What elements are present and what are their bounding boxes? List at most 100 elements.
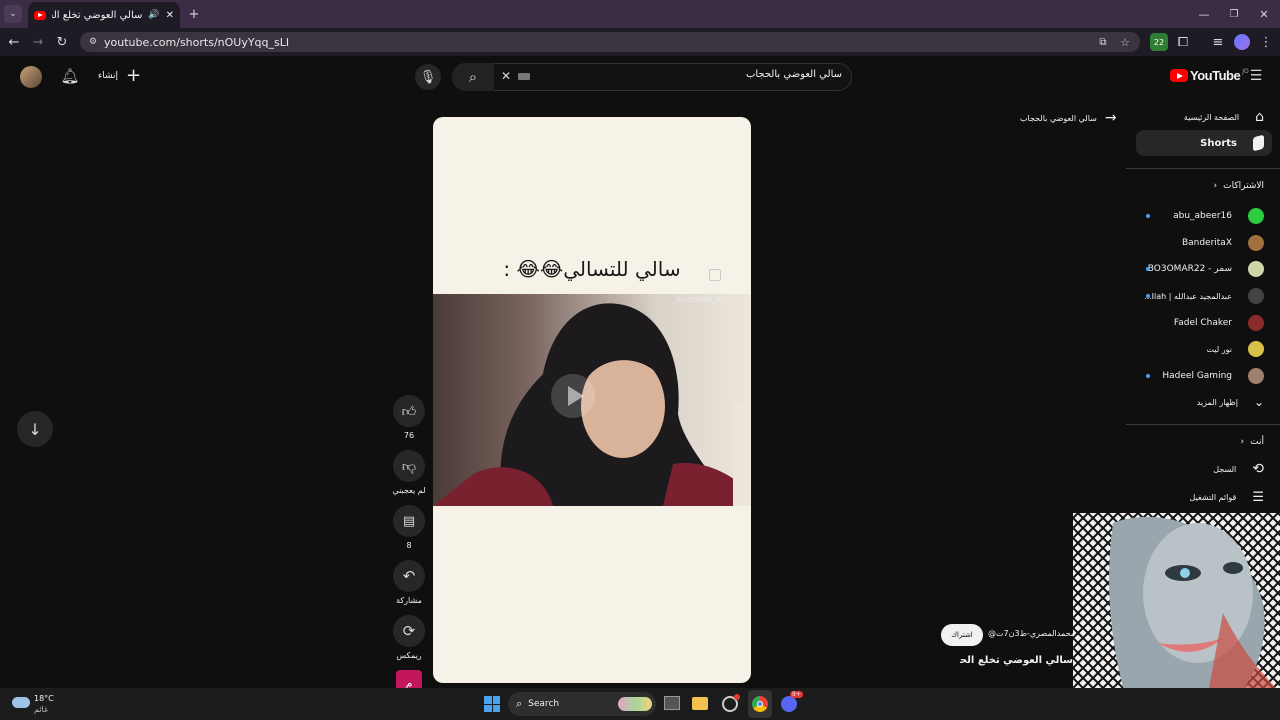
chevron-right-icon: ›	[1240, 437, 1245, 447]
taskbar-search[interactable]: ⌕ Search	[508, 692, 656, 716]
channel-name: abu_abeer16	[1173, 211, 1232, 222]
search-icon[interactable]: ⌕	[452, 63, 494, 91]
like-icon[interactable]: 👍︎	[393, 395, 425, 427]
channel-avatar	[1248, 261, 1264, 278]
like-count: 76	[403, 431, 415, 440]
notification-dot	[734, 694, 740, 700]
create-button[interactable]: إنشاء +	[98, 65, 142, 86]
extensions-puzzle-icon[interactable]: ⧠	[1175, 34, 1191, 50]
sidebar-item-label: Shorts	[1200, 137, 1237, 149]
tab-close-icon[interactable]: ✕	[166, 10, 174, 21]
channel-name: سمر - BO3OMAR22	[1147, 264, 1232, 275]
notifications-bell-icon[interactable]: 🔔︎	[60, 66, 80, 86]
subscription-item[interactable]: Hadeel Gaming	[1140, 363, 1264, 390]
sidebar-item-label: الصفحة الرئيسية	[1183, 112, 1240, 122]
channel-name: Fadel Chaker	[1173, 317, 1232, 328]
weather-label: غائم	[34, 705, 49, 714]
chrome-taskbar-item[interactable]	[748, 690, 772, 718]
subscription-item[interactable]: BanderitaX	[1140, 230, 1264, 257]
site-info-icon[interactable]: ⚙	[86, 35, 100, 49]
subscriptions-header[interactable]: › الاشتراكات	[1140, 179, 1264, 193]
browser-tab-strip: ⌄ سالي العوضي تخلع الحجاب - 🔊 ✕ + — ❐ ✕	[0, 0, 1280, 28]
sidebar-item-home[interactable]: الصفحة الرئيسية ⌂	[1140, 108, 1264, 126]
sidebar-item-history[interactable]: السجل ⟲	[1140, 460, 1264, 478]
short-video-player[interactable]: سالي للتسالي😂😂 : _BO3OMAR_99_	[433, 117, 751, 683]
sidebar-item-playlists[interactable]: قوائم التشغيل ☰	[1140, 488, 1264, 506]
playlist-icon: ☰	[1252, 489, 1264, 505]
bookmark-star-icon[interactable]: ☆	[1118, 35, 1132, 49]
temperature: 18°C	[34, 694, 54, 703]
install-app-icon[interactable]: ⧉	[1096, 35, 1110, 49]
dislike-icon[interactable]: 👎︎	[393, 450, 425, 482]
subscription-item[interactable]: abu_abeer16	[1140, 203, 1264, 230]
taskbar: 18°C غائم ⌕ Search 9+	[0, 688, 1280, 720]
weather-widget[interactable]: 18°C غائم	[34, 693, 54, 715]
cloud-icon	[12, 697, 30, 708]
new-content-dot	[1146, 293, 1150, 298]
subscription-item[interactable]: عبدالمجيد عبدالله | Ilah...	[1140, 283, 1264, 310]
channel-avatar	[1248, 341, 1264, 358]
file-explorer-icon[interactable]	[692, 697, 708, 710]
share-label: مشاركة	[396, 596, 422, 605]
hamburger-menu-icon[interactable]: ☰	[1248, 68, 1264, 84]
show-more-button[interactable]: إظهار المزيد ⌄	[1140, 389, 1264, 416]
subscribe-button[interactable]: اشتراك	[941, 624, 983, 646]
chevron-right-icon: ›	[1213, 181, 1218, 191]
remix-icon[interactable]: ⟳	[393, 615, 425, 647]
subscription-item[interactable]: نور ليت	[1140, 336, 1264, 363]
short-title: سالي العوضي تخلع الحجاب	[960, 655, 1073, 666]
channel-name: نور ليت	[1206, 344, 1232, 354]
restore-icon[interactable]: ❐	[1226, 6, 1242, 22]
you-header[interactable]: › أنت	[1140, 435, 1264, 449]
channel-name: BanderitaX	[1181, 237, 1232, 248]
channel-handle[interactable]: @محمدالمصري-ط3ن7ت	[988, 629, 1075, 638]
share-icon[interactable]: ↶	[393, 560, 425, 592]
back-icon[interactable]: ←	[6, 34, 22, 50]
search-highlight-icon	[618, 697, 652, 711]
plus-icon: +	[126, 65, 142, 86]
task-view-icon[interactable]	[664, 696, 680, 710]
voice-search-icon[interactable]: 🎙︎	[415, 64, 441, 90]
windows-start-icon[interactable]	[484, 696, 500, 712]
comment-icon[interactable]: ▤	[393, 505, 425, 537]
user-avatar[interactable]	[20, 66, 42, 88]
browser-menu-icon[interactable]: ⋮	[1258, 34, 1274, 50]
youtube-logo[interactable]: YouTube JO	[1170, 68, 1249, 83]
play-icon[interactable]	[551, 374, 595, 418]
next-short-arrow-icon[interactable]: ↓	[17, 411, 53, 447]
sidebar-item-label: قوائم التشغيل	[1189, 492, 1237, 502]
extension-badge-icon[interactable]: 22	[1150, 33, 1168, 51]
new-tab-button[interactable]: +	[186, 6, 202, 22]
media-controls-icon[interactable]: ≡	[1210, 34, 1226, 50]
browser-tab-active[interactable]: سالي العوضي تخلع الحجاب - 🔊 ✕	[28, 2, 180, 28]
back-to-search-link[interactable]: سالي العوضي بالحجاب →	[1020, 110, 1117, 126]
show-more-label: إظهار المزيد	[1196, 397, 1238, 407]
speaker-icon[interactable]: 🔊	[148, 10, 159, 20]
arrow-right-icon: →	[1104, 110, 1117, 126]
video-caption: سالي للتسالي😂😂 :	[503, 257, 681, 281]
discord-badge: 9+	[790, 691, 803, 698]
minimize-icon[interactable]: —	[1196, 6, 1212, 22]
comment-count: 8	[406, 541, 412, 550]
subscription-item[interactable]: Fadel Chaker	[1140, 309, 1264, 336]
clear-search-icon[interactable]: ✕	[499, 69, 513, 83]
sidebar-item-shorts[interactable]: Shorts	[1136, 130, 1272, 156]
keyboard-icon[interactable]	[518, 73, 530, 80]
reload-icon[interactable]: ↻	[54, 34, 70, 50]
subscription-item[interactable]: سمر - BO3OMAR22	[1140, 256, 1264, 283]
channel-avatar	[1248, 208, 1264, 225]
search-input[interactable]: سالي العوضي بالحجاب	[540, 69, 842, 80]
forward-icon[interactable]: →	[30, 34, 46, 50]
discord-icon[interactable]	[781, 696, 797, 712]
action-column: 👍︎ 76 👎︎ لم يعجبني ▤ 8 ↶ مشاركة ⟳ ريمكس …	[389, 395, 429, 696]
tab-title: سالي العوضي تخلع الحجاب -	[52, 9, 143, 21]
sidebar-item-label: السجل	[1213, 464, 1237, 474]
taskbar-search-label: Search	[528, 699, 560, 709]
window-close-icon[interactable]: ✕	[1256, 6, 1272, 22]
video-scene: _BO3OMAR_99_	[433, 294, 751, 506]
video-watermark: _BO3OMAR_99_	[673, 296, 729, 304]
overlay-square-icon	[709, 269, 721, 281]
address-bar[interactable]: ⚙ youtube.com/shorts/nOUyYqq_sLI ⧉ ☆	[80, 32, 1140, 52]
tab-search-chevron-icon[interactable]: ⌄	[4, 5, 22, 23]
profile-avatar-icon[interactable]	[1234, 34, 1250, 50]
